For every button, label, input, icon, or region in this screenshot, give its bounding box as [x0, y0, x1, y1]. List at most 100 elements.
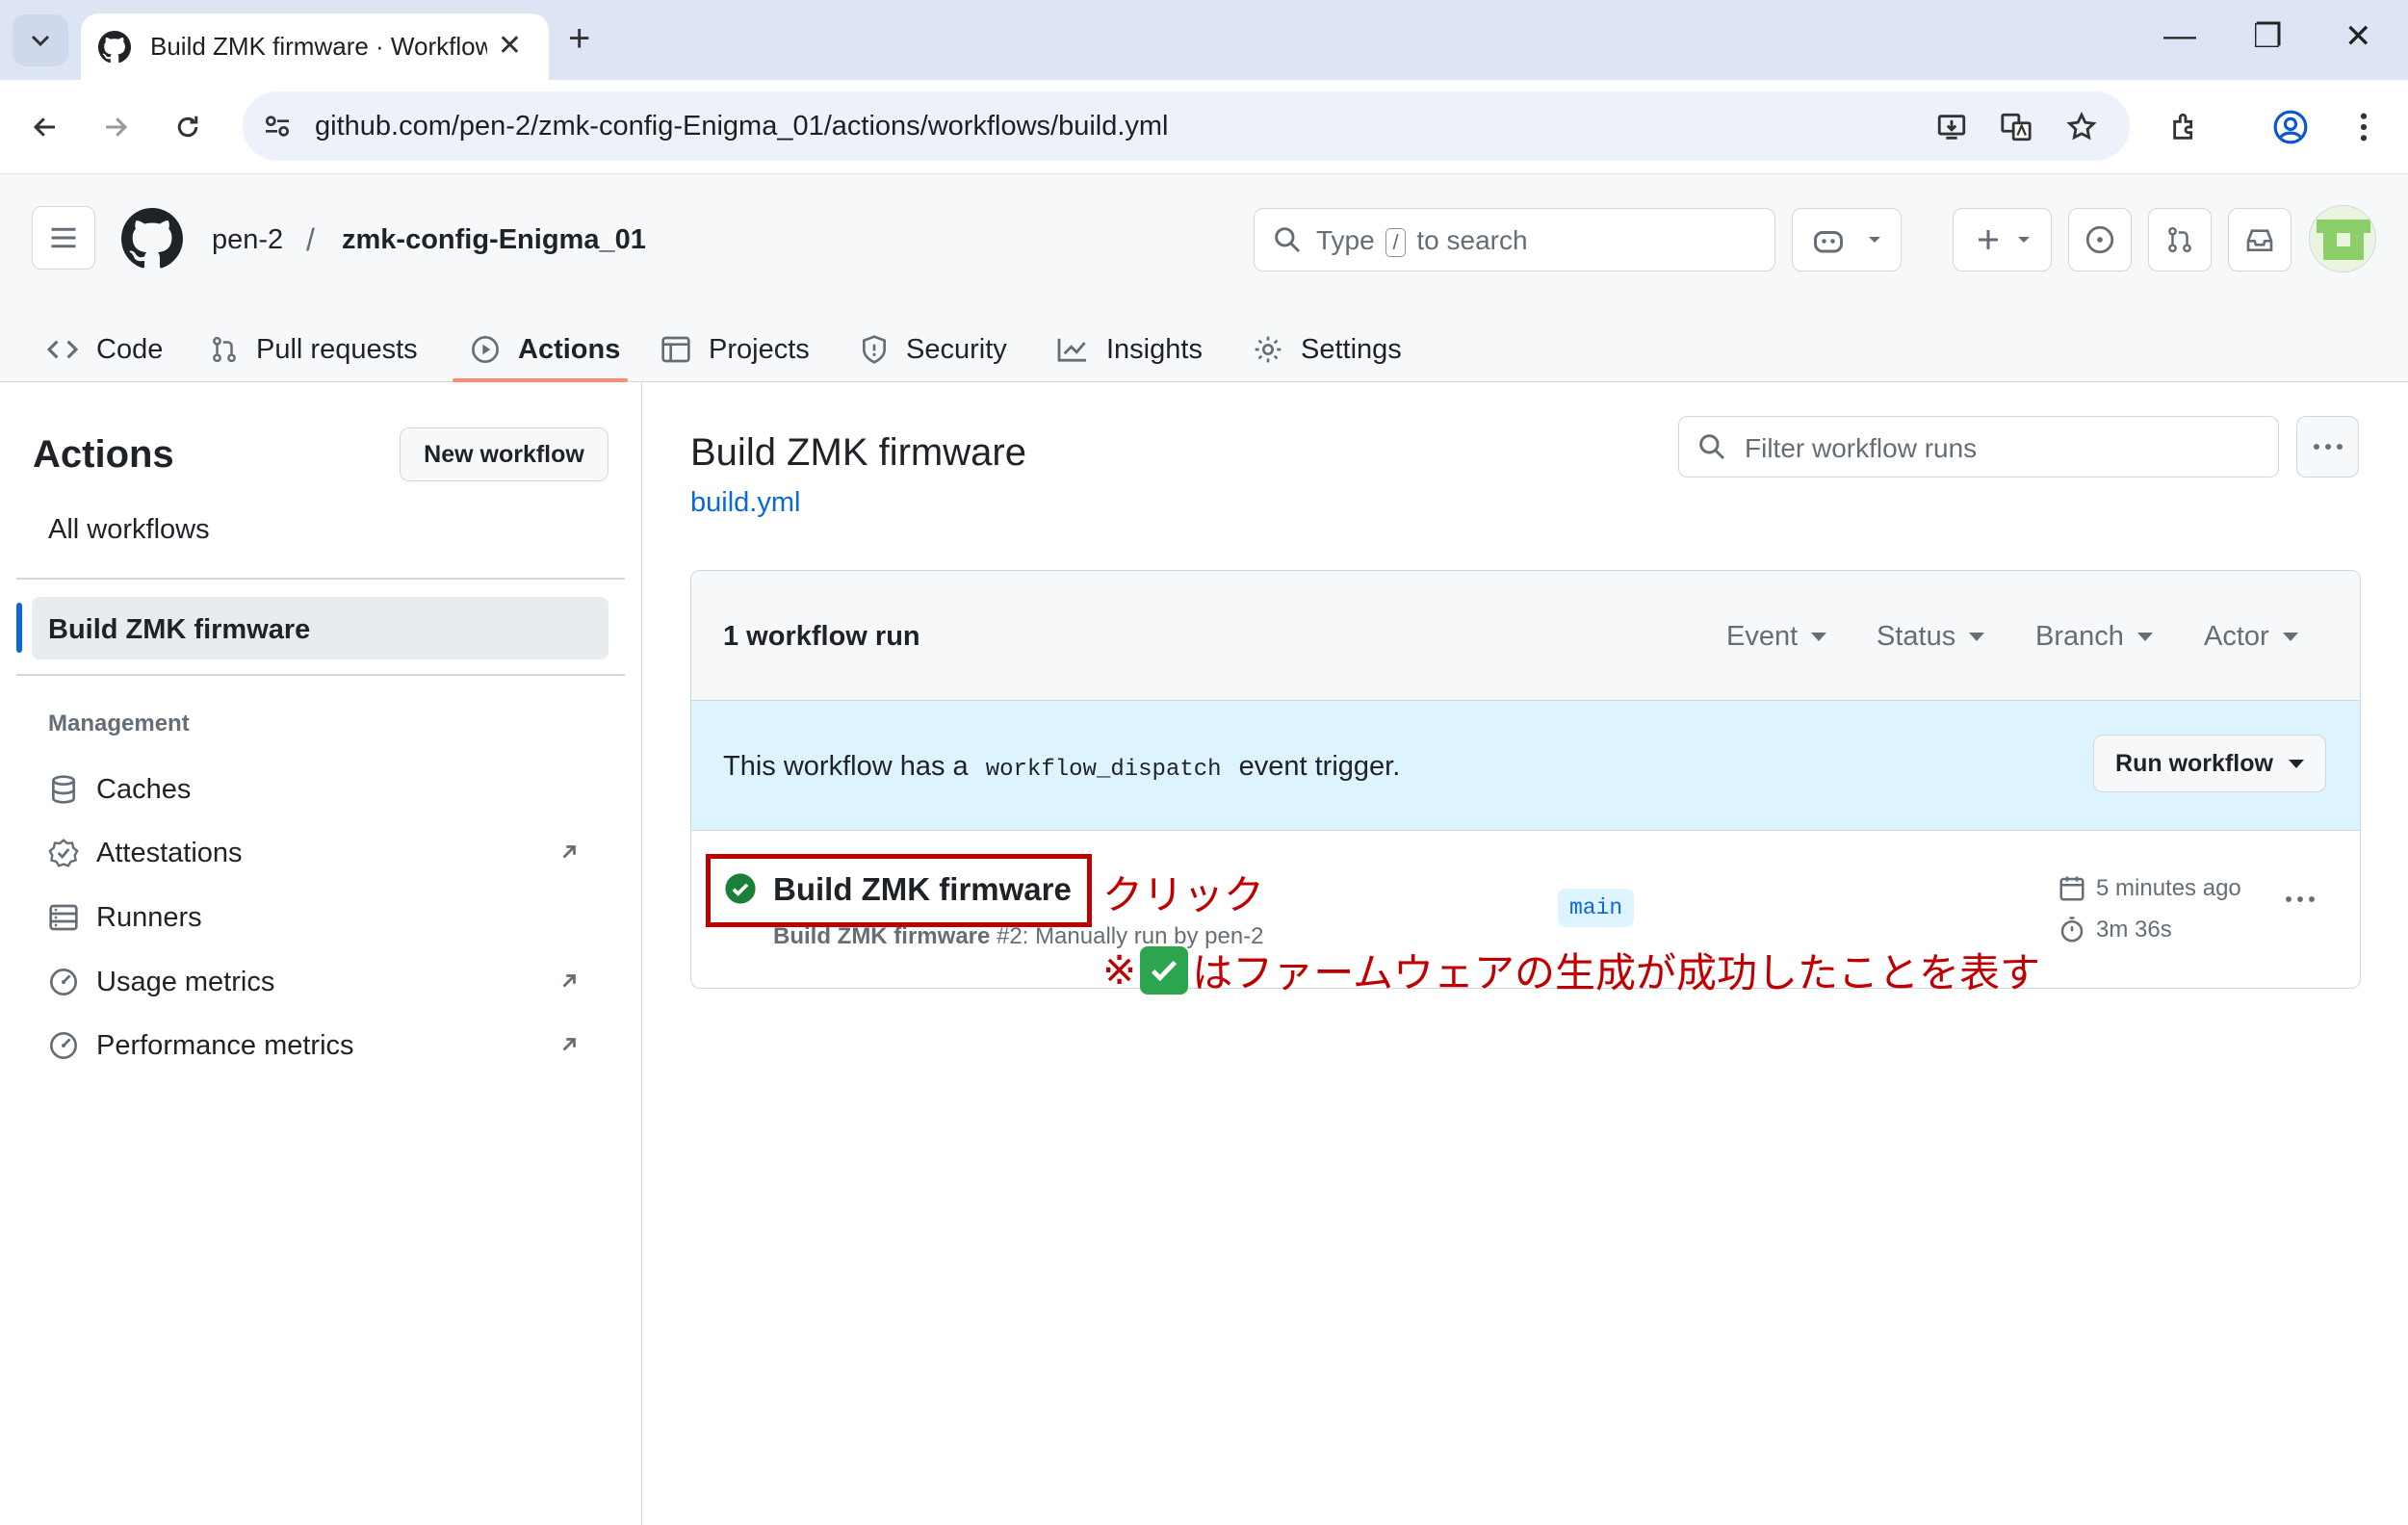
search-placeholder: Type / to search	[1316, 225, 1528, 257]
run-workflow-button[interactable]: Run workflow	[2093, 735, 2326, 792]
tab-close-icon[interactable]: ✕	[498, 29, 522, 63]
profile-button[interactable]	[2268, 105, 2313, 149]
status-filter[interactable]: Status	[1877, 621, 1985, 653]
tab-security-label: Security	[906, 333, 1007, 365]
sidebar-item-caches[interactable]: Caches	[48, 770, 607, 809]
highlight-box	[706, 854, 1092, 927]
reload-button[interactable]	[166, 105, 210, 149]
filter-runs-input[interactable]: Filter workflow runs	[1678, 416, 2279, 478]
arrow-right-icon	[106, 117, 128, 137]
page-title: Build ZMK firmware	[690, 431, 1026, 474]
workflow-menu-button[interactable]	[2296, 416, 2359, 478]
sidebar-item-all-workflows[interactable]: All workflows	[48, 514, 210, 546]
meter-icon	[50, 969, 77, 995]
new-tab-button[interactable]: +	[568, 17, 590, 61]
play-circle-icon	[472, 336, 499, 363]
sidebar-item-usage-metrics[interactable]: Usage metrics	[48, 963, 607, 1001]
tab-title: Build ZMK firmware · Workflow	[150, 32, 487, 61]
breadcrumb-owner[interactable]: pen-2	[212, 224, 283, 256]
tab-actions-label: Actions	[518, 333, 621, 365]
bookmark-star-icon	[2066, 111, 2097, 141]
search-input[interactable]: Type / to search	[1254, 208, 1775, 271]
tab-settings-label: Settings	[1301, 333, 1402, 365]
sidebar-item-label: Attestations	[96, 837, 243, 868]
tab-search-button[interactable]	[13, 14, 68, 66]
forward-button[interactable]	[93, 105, 138, 149]
filter-placeholder: Filter workflow runs	[1745, 433, 1978, 463]
url-text: github.com/pen-2/zmk-config-Enigma_01/ac…	[315, 111, 1169, 142]
github-logo-icon[interactable]	[121, 208, 183, 270]
repo-nav: Code Pull requests Actions Projects Secu…	[0, 317, 1541, 382]
sidebar-item-runners[interactable]: Runners	[48, 898, 607, 937]
server-icon	[49, 904, 78, 931]
browser-menu-button[interactable]	[2342, 105, 2386, 149]
chevron-down-icon	[31, 35, 50, 47]
sidebar-item-label: Performance metrics	[96, 1029, 354, 1061]
workflow-file-link[interactable]: build.yml	[690, 487, 800, 519]
issue-opened-icon	[2085, 225, 2114, 254]
kebab-horizontal-icon[interactable]	[2284, 895, 2317, 903]
annotation-click: クリック	[1102, 872, 1265, 918]
vertical-dots-icon	[2360, 113, 2368, 142]
stopwatch-icon	[2060, 917, 2084, 943]
branch-badge[interactable]: main	[1558, 889, 1635, 927]
event-filter[interactable]: Event	[1726, 621, 1827, 653]
back-button[interactable]	[23, 105, 67, 149]
search-icon	[1699, 434, 1725, 460]
tab-insights[interactable]: Insights	[1056, 317, 1203, 382]
active-tab-underline	[453, 378, 628, 382]
copilot-button[interactable]	[1792, 208, 1902, 271]
copilot-icon	[1814, 231, 1843, 253]
arrow-up-right-icon	[562, 974, 576, 988]
sidebar-item-attestations[interactable]: Attestations	[48, 834, 607, 872]
github-favicon-icon	[98, 30, 131, 63]
menu-button[interactable]	[32, 206, 95, 270]
address-bar[interactable]: github.com/pen-2/zmk-config-Enigma_01/ac…	[243, 91, 2130, 161]
browser-tabstrip: Build ZMK firmware · Workflow ✕ + — ❐ ✕	[0, 0, 2408, 80]
issues-button[interactable]	[2068, 208, 2132, 271]
sidebar-item-label: Caches	[96, 773, 192, 805]
inbox-icon	[2246, 229, 2273, 251]
tab-security[interactable]: Security	[860, 317, 1007, 382]
management-heading: Management	[48, 711, 190, 737]
branch-filter[interactable]: Branch	[2035, 621, 2153, 653]
tab-actions[interactable]: Actions	[470, 317, 620, 382]
table-icon	[661, 336, 690, 363]
tab-pull-requests[interactable]: Pull requests	[210, 317, 418, 382]
tab-projects-label: Projects	[709, 333, 810, 365]
new-workflow-button[interactable]: New workflow	[400, 427, 608, 481]
browser-tab[interactable]: Build ZMK firmware · Workflow ✕	[81, 13, 549, 80]
minimize-button[interactable]: —	[2163, 17, 2196, 55]
arrow-up-right-icon	[562, 1038, 576, 1051]
tab-code[interactable]: Code	[46, 317, 163, 382]
database-icon	[52, 775, 75, 804]
sidebar: Actions New workflow All workflows Build…	[0, 383, 642, 1525]
breadcrumb-repo[interactable]: zmk-config-Enigma_01	[342, 224, 646, 256]
triangle-down-icon	[2017, 237, 2030, 243]
restore-button[interactable]: ❐	[2253, 17, 2282, 56]
actor-filter[interactable]: Actor	[2204, 621, 2298, 653]
selected-indicator	[16, 603, 22, 653]
gear-icon	[1255, 336, 1282, 363]
extensions-button[interactable]	[2163, 105, 2208, 149]
shield-icon	[863, 335, 886, 364]
tab-settings[interactable]: Settings	[1253, 317, 1402, 382]
code-icon	[46, 340, 79, 359]
run-duration: 3m 36s	[2058, 916, 2172, 944]
account-circle-icon	[2273, 110, 2308, 144]
arrow-up-right-icon	[562, 845, 576, 859]
close-window-button[interactable]: ✕	[2344, 17, 2372, 56]
tab-projects[interactable]: Projects	[660, 317, 810, 382]
pull-requests-button[interactable]	[2148, 208, 2212, 271]
sidebar-item-label: Runners	[96, 901, 202, 933]
sidebar-item-label: Build ZMK firmware	[48, 614, 311, 645]
meter-icon	[50, 1032, 77, 1059]
avatar[interactable]	[2309, 205, 2376, 272]
dispatch-banner: This workflow has a workflow_dispatch ev…	[691, 701, 2360, 831]
browser-toolbar: github.com/pen-2/zmk-config-Enigma_01/ac…	[0, 80, 2408, 174]
sidebar-item-performance-metrics[interactable]: Performance metrics	[48, 1026, 607, 1065]
inbox-button[interactable]	[2228, 208, 2291, 271]
tab-code-label: Code	[96, 333, 164, 365]
reload-icon	[177, 116, 198, 138]
create-new-button[interactable]	[1953, 208, 2052, 271]
